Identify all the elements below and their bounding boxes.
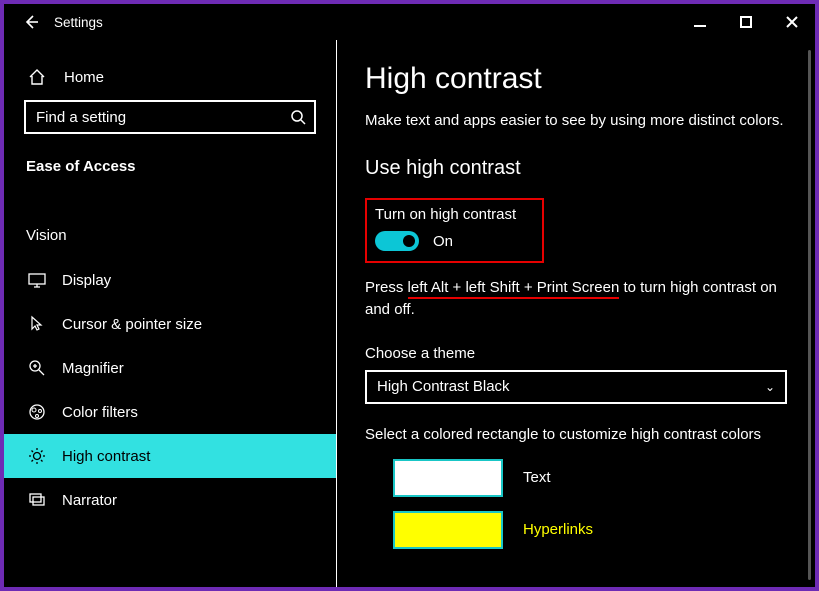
theme-label: Choose a theme xyxy=(365,345,787,362)
swatch-row-hyperlinks: Hyperlinks xyxy=(365,511,787,549)
customize-label: Select a colored rectangle to customize … xyxy=(365,426,787,443)
search-field[interactable] xyxy=(36,109,290,126)
settings-window: Settings Home Ease xyxy=(0,0,819,591)
swatch-hyperlinks[interactable] xyxy=(393,511,503,549)
home-button[interactable]: Home xyxy=(4,60,336,100)
swatch-label: Text xyxy=(523,469,551,486)
section-heading: Use high contrast xyxy=(365,157,787,180)
sidebar-item-label: Narrator xyxy=(62,492,117,509)
chevron-down-icon: ⌄ xyxy=(765,380,775,394)
content: High contrast Make text and apps easier … xyxy=(337,40,815,587)
hint-pre: Press xyxy=(365,279,408,296)
body: Home Ease of Access Vision Display xyxy=(4,40,815,587)
page-title: High contrast xyxy=(365,62,787,96)
swatch-label: Hyperlinks xyxy=(523,521,593,538)
cursor-icon xyxy=(26,315,48,333)
sun-icon xyxy=(26,447,48,465)
window-title: Settings xyxy=(54,15,103,30)
sidebar: Home Ease of Access Vision Display xyxy=(4,40,337,587)
monitor-icon xyxy=(26,271,48,289)
page-lead: Make text and apps easier to see by usin… xyxy=(365,112,787,129)
swatch-text[interactable] xyxy=(393,459,503,497)
toggle-row: On xyxy=(375,231,516,251)
home-icon xyxy=(28,68,50,86)
sidebar-item-color-filters[interactable]: Color filters xyxy=(4,390,336,434)
nav: Display Cursor & pointer size Magnifier … xyxy=(4,258,336,522)
search-icon xyxy=(290,109,306,125)
theme-value: High Contrast Black xyxy=(377,378,510,395)
color-filters-icon xyxy=(26,403,48,421)
sidebar-item-narrator[interactable]: Narrator xyxy=(4,478,336,522)
sidebar-item-label: Display xyxy=(62,272,111,289)
search-wrap xyxy=(4,100,336,150)
swatch-row-text: Text xyxy=(365,459,787,497)
toggle-state: On xyxy=(433,233,453,250)
sidebar-item-cursor[interactable]: Cursor & pointer size xyxy=(4,302,336,346)
section-header: Ease of Access xyxy=(4,150,336,201)
home-label: Home xyxy=(64,69,104,86)
scrollbar[interactable] xyxy=(808,50,811,580)
sidebar-item-high-contrast[interactable]: High contrast xyxy=(4,434,336,478)
sidebar-item-label: Color filters xyxy=(62,404,138,421)
shortcut-hint: Press left Alt + left Shift + Print Scre… xyxy=(365,277,787,321)
group-header: Vision xyxy=(4,201,336,252)
search-input[interactable] xyxy=(24,100,316,134)
sidebar-item-display[interactable]: Display xyxy=(4,258,336,302)
sidebar-item-label: High contrast xyxy=(62,448,150,465)
toggle-knob xyxy=(403,235,415,247)
high-contrast-toggle[interactable] xyxy=(375,231,419,251)
titlebar: Settings xyxy=(4,4,815,40)
toggle-highlight: Turn on high contrast On xyxy=(365,198,544,263)
maximize-button[interactable] xyxy=(723,5,769,39)
close-button[interactable] xyxy=(769,5,815,39)
magnifier-icon xyxy=(26,359,48,377)
window-controls xyxy=(677,5,815,39)
back-button[interactable] xyxy=(14,5,48,39)
narrator-icon xyxy=(26,491,48,509)
theme-combo[interactable]: High Contrast Black ⌄ xyxy=(365,370,787,404)
hint-underline: left Alt + left Shift + Print Screen xyxy=(408,279,620,299)
toggle-label: Turn on high contrast xyxy=(375,206,516,223)
sidebar-item-label: Magnifier xyxy=(62,360,124,377)
minimize-button[interactable] xyxy=(677,5,723,39)
sidebar-item-magnifier[interactable]: Magnifier xyxy=(4,346,336,390)
sidebar-item-label: Cursor & pointer size xyxy=(62,316,202,333)
